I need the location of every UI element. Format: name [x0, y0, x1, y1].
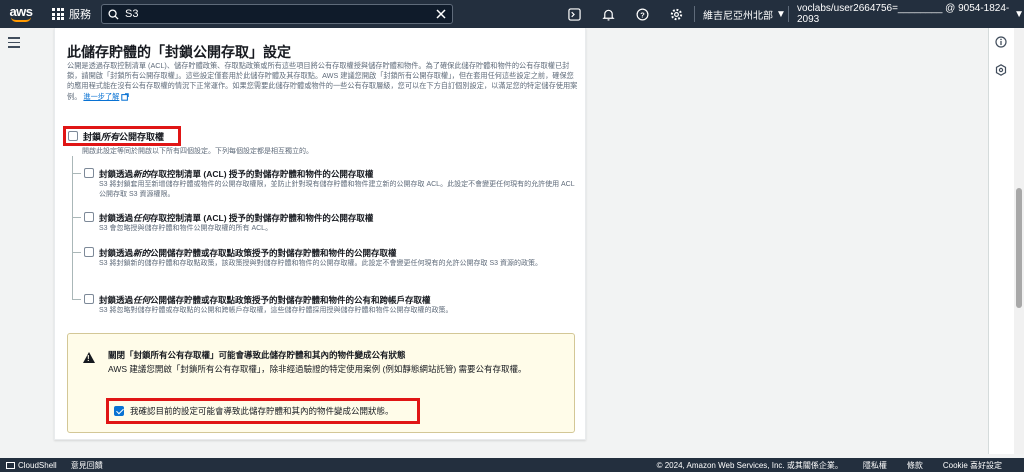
copyright-text: © 2024, Amazon Web Services, Inc. 或其關係企業… [656, 460, 843, 470]
tree-branch [72, 217, 81, 218]
cookie-preferences-link[interactable]: Cookie 喜好設定 [943, 460, 1002, 471]
option-label: 封鎖透過新的公開儲存貯體或存取點政策授予的對儲存貯體和物件的公開存取權 [99, 248, 397, 258]
search-box[interactable] [101, 4, 453, 24]
panel-description: 公開是透過存取控制清單 (ACL)、儲存貯體政策、存取點政策或所有這些項目將公有… [67, 61, 581, 102]
clear-search-icon[interactable] [436, 9, 446, 19]
account-label: voclabs/user2664756=________ @ 9054-1824… [797, 3, 1010, 25]
checkbox[interactable] [114, 406, 124, 416]
help-icon[interactable]: ? [634, 6, 650, 22]
settings-hexagon-icon[interactable] [995, 64, 1007, 76]
top-navigation: aws 服務 ? 維吉尼亞州北部 ▼ voclabs/user2664756=_… [0, 0, 1024, 28]
acknowledge-checkbox[interactable]: 我確認目前的設定可能會導致此儲存貯體和其內的物件變成公開狀態。 [106, 398, 420, 424]
terms-link[interactable]: 條款 [907, 460, 923, 471]
panel-title: 此儲存貯體的「封鎖公開存取」設定 [67, 44, 291, 60]
option-label: 封鎖透過任何公開儲存貯體或存取點政策授予的對儲存貯體和物件的公有和跨帳戶存取權 [99, 295, 431, 305]
feedback-link[interactable]: 意見回饋 [71, 460, 103, 471]
menu-icon[interactable] [8, 37, 20, 51]
option-description: S3 會忽略授與儲存貯體和物件公開存取權的所有 ACL。 [99, 225, 273, 232]
checkbox[interactable] [68, 131, 78, 141]
nav-separator [788, 6, 789, 22]
checkbox[interactable] [84, 212, 94, 222]
block-all-public-access-checkbox[interactable]: 封鎖所有公開存取權 [63, 126, 181, 146]
option-description: S3 將封鎖套用至新增儲存貯體或物件的公開存取權限，並防止針對現有儲存貯體和物件… [99, 181, 575, 198]
notifications-icon[interactable] [600, 6, 616, 22]
tree-branch [72, 299, 81, 300]
page-scrollbar[interactable] [1014, 28, 1024, 454]
tree-branch [72, 173, 81, 174]
checkbox[interactable] [84, 294, 94, 304]
warning-title: 關閉「封鎖所有公有存取權」可能會導致此儲存貯體和其內的物件變成公有狀態 [108, 350, 406, 360]
warning-icon [83, 352, 95, 363]
privacy-link[interactable]: 隱私權 [863, 460, 887, 471]
region-selector[interactable]: 維吉尼亞州北部 ▼ [703, 0, 786, 28]
external-link-icon [121, 92, 130, 101]
scrollbar-thumb[interactable] [1016, 188, 1022, 308]
left-rail [0, 28, 28, 454]
search-input[interactable] [125, 8, 430, 20]
info-icon[interactable] [995, 36, 1007, 48]
caret-down-icon: ▼ [1014, 8, 1024, 20]
cloudshell-icon[interactable] [566, 6, 582, 22]
services-grid-icon [52, 8, 64, 20]
nav-separator [694, 6, 695, 22]
svg-text:?: ? [640, 10, 645, 19]
aws-smile-mark [11, 17, 31, 22]
option-description: S3 將封鎖新的儲存貯體和存取點政策，該政策授與對儲存貯體和物件的公開存取權。此… [99, 260, 542, 267]
warning-body: AWS 建議您開啟「封鎖所有公有存取權」，除非經過驗證的特定使用案例 (例如靜態… [108, 364, 527, 374]
region-label: 維吉尼亞州北部 [703, 10, 773, 22]
block-all-description: 開啟此設定等同於開啟以下所有四個設定。下列每個設定都是相互獨立的。 [82, 148, 313, 155]
option-description: S3 將忽略對儲存貯體或存取點的公開和跨帳戶存取權，這些儲存貯體採用授與儲存貯體… [99, 307, 453, 314]
checkbox[interactable] [84, 168, 94, 178]
description-text: 公開是透過存取控制清單 (ACL)、儲存貯體政策、存取點政策或所有這些項目將公有… [67, 61, 578, 101]
tree-branch [72, 252, 81, 253]
services-label: 服務 [69, 9, 91, 21]
services-menu-button[interactable]: 服務 [42, 0, 99, 28]
settings-icon[interactable] [668, 6, 684, 22]
footer: CloudShell 意見回饋 © 2024, Amazon Web Servi… [0, 458, 1024, 472]
nav-icon-group: ? [566, 0, 684, 28]
aws-logo[interactable]: aws [0, 0, 42, 28]
checkbox[interactable] [84, 247, 94, 257]
option-label: 封鎖透過新的存取控制清單 (ACL) 授予的對儲存貯體和物件的公開存取權 [99, 169, 374, 179]
acknowledge-label: 我確認目前的設定可能會導致此儲存貯體和其內的物件變成公開狀態。 [130, 406, 394, 416]
cloudshell-footer-button[interactable]: CloudShell [6, 461, 57, 470]
tree-connector [72, 156, 73, 300]
block-public-access-panel: 此儲存貯體的「封鎖公開存取」設定 公開是透過存取控制清單 (ACL)、儲存貯體政… [54, 28, 586, 440]
block-all-label: 封鎖所有公開存取權 [83, 131, 165, 142]
account-menu[interactable]: voclabs/user2664756=________ @ 9054-1824… [797, 0, 1024, 28]
option-label: 封鎖透過任何存取控制清單 (ACL) 授予的對儲存貯體和物件的公開存取權 [99, 213, 374, 223]
cloudshell-icon [6, 461, 15, 469]
caret-down-icon: ▼ [776, 8, 786, 20]
warning-alert: 關閉「封鎖所有公有存取權」可能會導致此儲存貯體和其內的物件變成公有狀態 AWS … [67, 333, 575, 433]
search-icon [108, 8, 119, 20]
learn-more-link[interactable]: 進一步了解 [83, 92, 119, 101]
